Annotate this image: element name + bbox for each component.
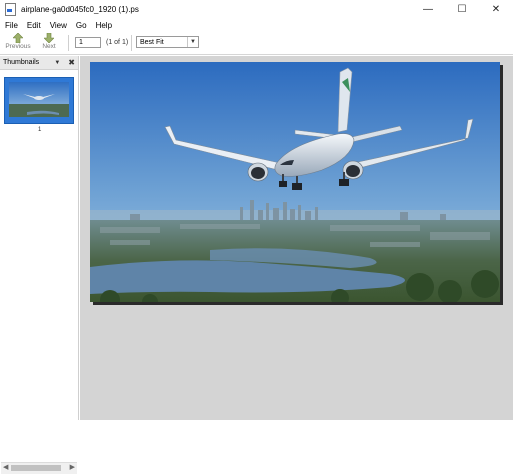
close-button[interactable]: ✕ — [479, 0, 513, 19]
previous-button[interactable]: Previous — [4, 33, 32, 55]
menu-bar: File Edit View Go Help — [0, 19, 513, 31]
thumbnails-title: Thumbnails — [3, 59, 40, 66]
next-label: Next — [42, 43, 56, 50]
horizontal-scrollbar[interactable]: ◀ ▶ — [1, 462, 77, 474]
toolbar-divider — [131, 35, 132, 51]
menu-view[interactable]: View — [50, 21, 67, 30]
arrow-up-icon — [13, 33, 23, 43]
thumbnail-page-number: 1 — [38, 127, 42, 133]
chevron-down-icon[interactable]: ▼ — [187, 37, 198, 47]
menu-file[interactable]: File — [5, 21, 18, 30]
pane-menu-icon[interactable]: ▼ — [54, 60, 60, 66]
page-number-input[interactable]: 1 — [75, 37, 101, 48]
page-thumbnail[interactable] — [4, 77, 74, 124]
menu-edit[interactable]: Edit — [27, 21, 41, 30]
zoom-select[interactable]: Best Fit ▼ — [136, 36, 199, 48]
airplane-photo — [90, 62, 500, 302]
toolbar-divider — [68, 35, 69, 51]
window-controls: — ☐ ✕ — [411, 0, 513, 19]
scroll-left-icon[interactable]: ◀ — [3, 463, 8, 471]
document-page — [90, 62, 500, 302]
window-title: airplane-ga0d045fc0_1920 (1).ps — [21, 5, 139, 14]
menu-go[interactable]: Go — [76, 21, 87, 30]
title-bar: airplane-ga0d045fc0_1920 (1).ps — ☐ ✕ — [0, 0, 513, 19]
maximize-button[interactable]: ☐ — [445, 0, 479, 19]
minimize-button[interactable]: — — [411, 0, 445, 19]
close-pane-icon[interactable]: ✖ — [68, 58, 75, 67]
document-view[interactable] — [80, 56, 513, 420]
thumbnails-header: Thumbnails ▼ ✖ — [0, 56, 78, 70]
toolbar: Previous Next 1 (1 of 1) Best Fit ▼ — [0, 31, 513, 55]
menu-help[interactable]: Help — [96, 21, 112, 30]
arrow-down-icon — [44, 33, 54, 43]
thumbnails-pane: Thumbnails ▼ ✖ 1 ◀ ▶ — [0, 56, 79, 474]
next-button[interactable]: Next — [35, 33, 63, 55]
page-count: (1 of 1) — [106, 39, 129, 46]
document-app-icon — [5, 3, 16, 16]
thumbnail-image — [9, 82, 69, 117]
previous-label: Previous — [5, 43, 31, 50]
scroll-right-icon[interactable]: ▶ — [70, 463, 75, 471]
zoom-value: Best Fit — [140, 38, 164, 46]
scrollbar-thumb[interactable] — [11, 465, 61, 471]
